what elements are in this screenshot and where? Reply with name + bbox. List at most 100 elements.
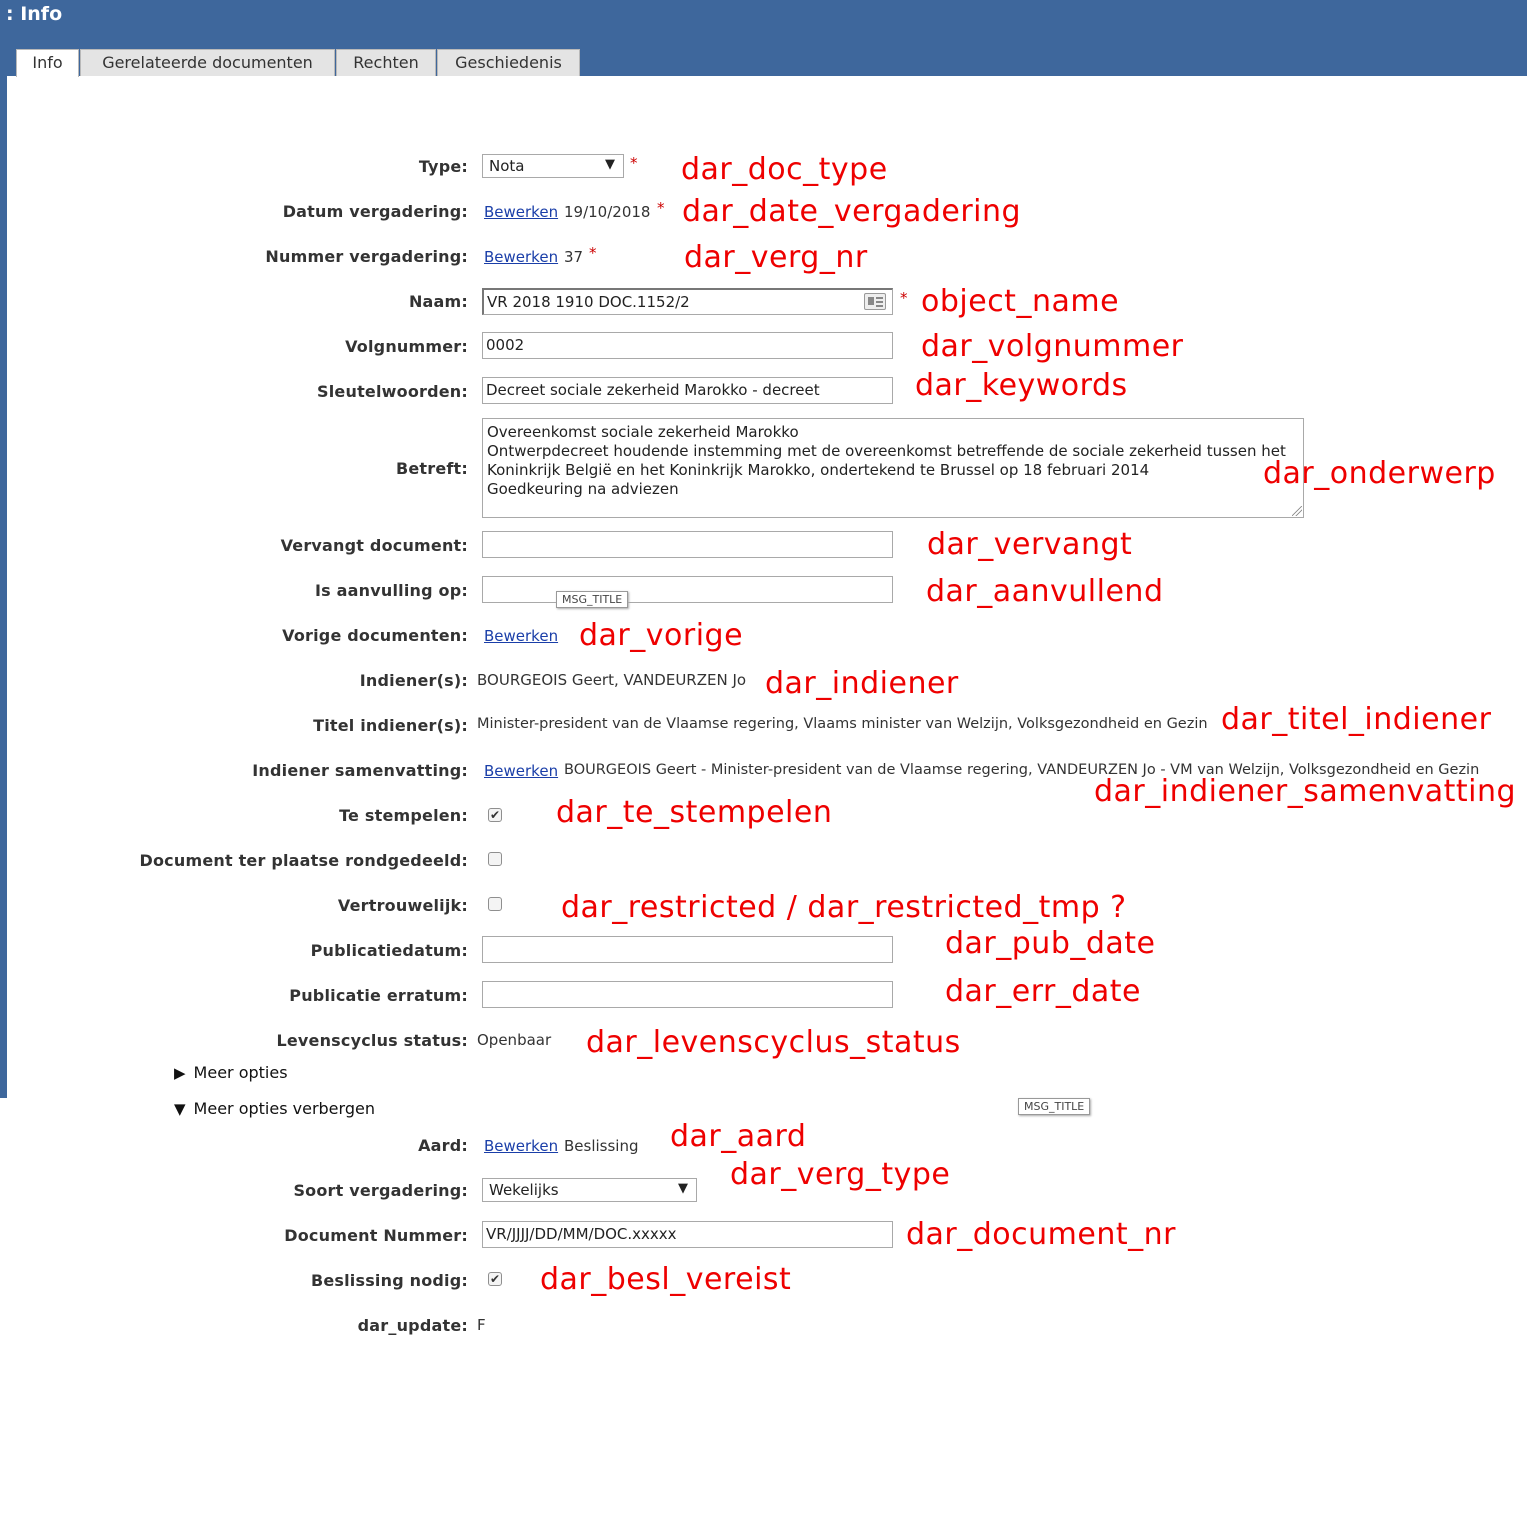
annotation-document-nummer: dar_document_nr (906, 1217, 1176, 1252)
meer-opties-verbergen-toggle[interactable]: ▼ Meer opties verbergen (174, 1099, 375, 1118)
annotation-titel-indiener: dar_titel_indiener (1221, 702, 1492, 737)
triangle-down-icon: ▼ (174, 1100, 186, 1118)
rondgedeeld-checkbox[interactable] (488, 852, 502, 866)
soort-vergadering-label: Soort vergadering: (293, 1181, 468, 1200)
nummer-vergadering-bewerken-link[interactable]: Bewerken (484, 248, 558, 266)
tooltip: MSG_TITLE (556, 591, 629, 608)
betreft-label: Betreft: (395, 459, 468, 478)
sleutelwoorden-label: Sleutelwoorden: (317, 382, 468, 401)
indiener-value: BOURGEOIS Geert, VANDEURZEN Jo (477, 671, 747, 689)
annotation-aanvulling: dar_aanvullend (926, 574, 1164, 609)
annotation-sleutelwoorden: dar_keywords (915, 368, 1128, 403)
annotation-vertrouwelijk: dar_restricted / dar_restricted_tmp ? (561, 890, 1127, 925)
window-title: : Info (6, 3, 63, 25)
tab-gerelateerde-documenten[interactable]: Gerelateerde documenten (80, 49, 335, 76)
sleutelwoorden-input[interactable]: Decreet sociale zekerheid Marokko - decr… (482, 377, 893, 404)
levenscyclus-label: Levenscyclus status: (276, 1031, 468, 1050)
annotation-aard: dar_aard (670, 1119, 807, 1154)
aanvulling-label: Is aanvulling op: (315, 581, 468, 600)
annotation-type: dar_doc_type (681, 152, 888, 187)
meer-opties-toggle[interactable]: ▶ Meer opties (174, 1063, 288, 1082)
vertrouwelijk-checkbox[interactable] (488, 897, 502, 911)
vorige-bewerken-link[interactable]: Bewerken (484, 627, 558, 645)
annotation-levenscyclus: dar_levenscyclus_status (586, 1025, 961, 1060)
dar-update-label: dar_update: (357, 1316, 468, 1335)
annotation-datum-vergadering: dar_date_vergadering (682, 194, 1022, 229)
vertrouwelijk-label: Vertrouwelijk: (337, 896, 468, 915)
required-marker: * (589, 244, 597, 262)
beslissing-nodig-label: Beslissing nodig: (310, 1271, 468, 1290)
publicatiedatum-input[interactable] (482, 936, 893, 963)
annotation-volgnummer: dar_volgnummer (921, 329, 1184, 364)
betreft-line: Ontwerpdecreet houdende instemming met d… (487, 442, 1286, 460)
datum-vergadering-value: 19/10/2018 (564, 203, 651, 221)
vorige-label: Vorige documenten: (282, 626, 468, 645)
required-marker: * (900, 289, 908, 307)
volgnummer-input[interactable]: 0002 (482, 332, 893, 359)
left-border (0, 76, 7, 1098)
dropdown-arrow-icon: ▼ (678, 1181, 688, 1196)
betreft-line: Koninkrijk België en het Koninkrijk Maro… (487, 461, 1150, 479)
dropdown-arrow-icon: ▼ (605, 157, 615, 172)
indiener-label: Indiener(s): (359, 671, 468, 690)
annotation-betreft: dar_onderwerp (1263, 456, 1496, 491)
tab-geschiedenis[interactable]: Geschiedenis (437, 49, 580, 76)
indiener-samenvatting-label: Indiener samenvatting: (252, 761, 468, 780)
tab-rechten[interactable]: Rechten (336, 49, 436, 76)
triangle-right-icon: ▶ (174, 1064, 186, 1082)
meer-opties-verbergen-label: Meer opties verbergen (193, 1099, 375, 1118)
beslissing-nodig-checkbox[interactable]: ✔ (488, 1272, 502, 1286)
document-nummer-label: Document Nummer: (284, 1226, 468, 1245)
type-select[interactable]: Nota ▼ (482, 154, 624, 178)
annotation-nummer-vergadering: dar_verg_nr (684, 240, 868, 275)
indiener-samenvatting-bewerken-link[interactable]: Bewerken (484, 762, 558, 780)
titel-indiener-label: Titel indiener(s): (313, 716, 468, 735)
tab-info[interactable]: Info (16, 49, 79, 77)
annotation-vervangt: dar_vervangt (927, 527, 1133, 562)
volgnummer-label: Volgnummer: (345, 337, 468, 356)
datum-vergadering-bewerken-link[interactable]: Bewerken (484, 203, 558, 221)
annotation-vorige: dar_vorige (579, 618, 744, 653)
annotation-te-stempelen: dar_te_stempelen (556, 795, 833, 830)
naam-value: VR 2018 1910 DOC.1152/2 (487, 293, 690, 311)
naam-label: Naam: (408, 292, 468, 311)
erratum-input[interactable] (482, 981, 893, 1008)
annotation-erratum: dar_err_date (945, 974, 1142, 1009)
betreft-line: Overeenkomst sociale zekerheid Marokko (487, 423, 799, 441)
annotation-publicatiedatum: dar_pub_date (945, 926, 1156, 961)
soort-vergadering-select[interactable]: Wekelijks ▼ (482, 1178, 697, 1202)
soort-vergadering-value: Wekelijks (489, 1181, 559, 1199)
nummer-vergadering-label: Nummer vergadering: (265, 247, 468, 266)
annotation-soort-vergadering: dar_verg_type (730, 1157, 951, 1192)
dar-update-value: F (477, 1316, 486, 1334)
annotation-indiener: dar_indiener (765, 666, 959, 701)
naam-input[interactable]: VR 2018 1910 DOC.1152/2 (482, 288, 893, 315)
aard-value: Beslissing (564, 1137, 639, 1155)
resize-handle-icon[interactable] (1292, 506, 1302, 516)
te-stempelen-label: Te stempelen: (339, 806, 468, 825)
meer-opties-label: Meer opties (193, 1063, 288, 1082)
te-stempelen-checkbox[interactable]: ✔ (488, 808, 502, 822)
required-marker: * (657, 199, 665, 217)
publicatiedatum-label: Publicatiedatum: (310, 941, 468, 960)
annotation-indiener-samenvatting: dar_indiener_samenvatting (1094, 774, 1517, 809)
vervangt-label: Vervangt document: (280, 536, 468, 555)
vervangt-input[interactable] (482, 531, 893, 558)
contact-card-icon[interactable] (864, 293, 886, 310)
required-marker: * (630, 154, 638, 172)
type-label: Type: (418, 157, 468, 176)
rondgedeeld-label: Document ter plaatse rondgedeeld: (139, 851, 468, 870)
levenscyclus-value: Openbaar (477, 1031, 552, 1049)
aard-bewerken-link[interactable]: Bewerken (484, 1137, 558, 1155)
aard-label: Aard: (418, 1136, 468, 1155)
annotation-beslissing-nodig: dar_besl_vereist (540, 1262, 792, 1297)
document-nummer-input[interactable]: VR/JJJJ/DD/MM/DOC.xxxxx (482, 1221, 893, 1248)
tooltip: MSG_TITLE (1018, 1098, 1091, 1115)
titel-indiener-value: Minister-president van de Vlaamse regeri… (477, 716, 1208, 732)
annotation-naam: object_name (921, 284, 1120, 319)
betreft-textarea[interactable]: Overeenkomst sociale zekerheid Marokko O… (482, 418, 1304, 518)
erratum-label: Publicatie erratum: (289, 986, 468, 1005)
datum-vergadering-label: Datum vergadering: (282, 202, 468, 221)
type-value: Nota (489, 157, 525, 175)
aanvulling-input[interactable] (482, 576, 893, 603)
